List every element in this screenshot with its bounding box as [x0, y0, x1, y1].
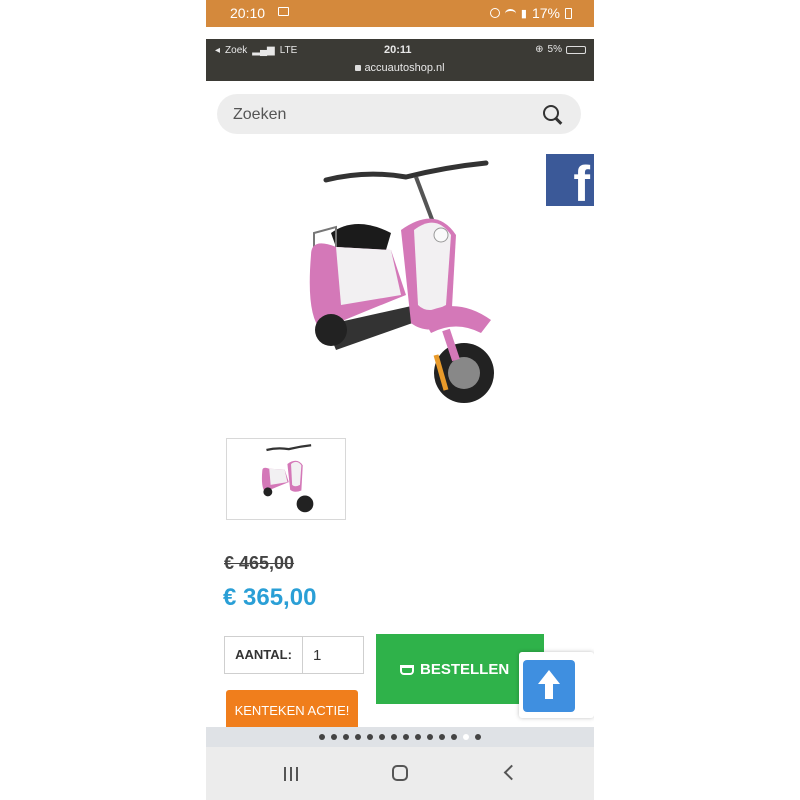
android-nav-bar: [206, 747, 594, 800]
kenteken-actie-button[interactable]: KENTEKEN ACTIE!: [226, 690, 358, 730]
carrier-info[interactable]: ◂ Zoek ▂▄▆ LTE: [215, 45, 297, 56]
wifi-icon: [504, 8, 516, 18]
arrow-up-icon: [538, 670, 560, 699]
quantity-input[interactable]: [302, 636, 364, 674]
facebook-icon: f: [573, 156, 590, 206]
page-indicator: [206, 727, 594, 747]
current-price: € 365,00: [223, 584, 317, 611]
product-image[interactable]: [296, 155, 496, 420]
page-dot[interactable]: [379, 734, 385, 740]
signal-bars-icon: ▂▄▆: [252, 45, 275, 56]
alarm-icon: [489, 8, 500, 18]
page-dot[interactable]: [343, 734, 349, 740]
address-bar[interactable]: accuautoshop.nl: [206, 62, 594, 74]
scroll-to-top-button[interactable]: [523, 660, 575, 712]
device-time: 20:10: [230, 5, 266, 21]
device-status-bar: 20:10 ▮ 17%: [206, 0, 594, 27]
browser-status-bar: ◂ Zoek ▂▄▆ LTE 20:11 ⊕ 5% accuautoshop.n…: [206, 39, 594, 81]
search-bar: [217, 94, 581, 134]
thumbnail-image: [261, 444, 314, 513]
back-arrow-icon: ◂: [215, 45, 221, 56]
location-icon: ⊕: [535, 44, 544, 55]
old-price: € 465,00: [224, 553, 295, 573]
network-label: LTE: [279, 45, 298, 56]
phone-screen: 20:10 ▮ 17% ◂ Zoek ▂▄▆ LTE 20:11 ⊕ 5% ac…: [206, 0, 594, 800]
basket-icon: [400, 664, 414, 675]
browser-battery: ⊕ 5%: [535, 44, 586, 55]
page-dot[interactable]: [439, 734, 445, 740]
product-thumbnail[interactable]: [226, 438, 346, 520]
order-button-label: BESTELLEN: [420, 660, 510, 678]
page-dot[interactable]: [415, 734, 421, 740]
page-dot[interactable]: [427, 734, 433, 740]
browser-battery-text: 5%: [547, 44, 562, 55]
signal-icon: ▮: [520, 7, 527, 20]
device-status-icons: ▮ 17%: [489, 5, 572, 21]
search-input[interactable]: [231, 103, 525, 127]
page-dot[interactable]: [391, 734, 397, 740]
page-dot[interactable]: [355, 734, 361, 740]
browser-battery-icon: [566, 45, 586, 54]
battery-icon: [565, 7, 572, 19]
url-text: accuautoshop.nl: [364, 62, 445, 74]
home-icon[interactable]: [392, 765, 408, 781]
page-dot[interactable]: [367, 734, 373, 740]
page-dot[interactable]: [475, 734, 481, 740]
page-dot[interactable]: [319, 734, 325, 740]
browser-time: 20:11: [384, 44, 412, 56]
back-app-label: Zoek: [225, 45, 248, 56]
page-dot[interactable]: [403, 734, 409, 740]
search-icon[interactable]: [543, 105, 559, 121]
page-dot[interactable]: [463, 734, 469, 740]
scroll-to-top-container: [519, 652, 594, 718]
device-battery-text: 17%: [531, 5, 560, 21]
facebook-button[interactable]: f: [546, 154, 594, 206]
back-icon[interactable]: [503, 764, 520, 781]
recent-apps-icon[interactable]: [284, 767, 298, 781]
image-notification-icon: [278, 7, 289, 16]
quantity-label: AANTAL:: [224, 636, 302, 674]
page-dot[interactable]: [451, 734, 457, 740]
lock-icon: [355, 65, 362, 72]
page-dot[interactable]: [331, 734, 337, 740]
